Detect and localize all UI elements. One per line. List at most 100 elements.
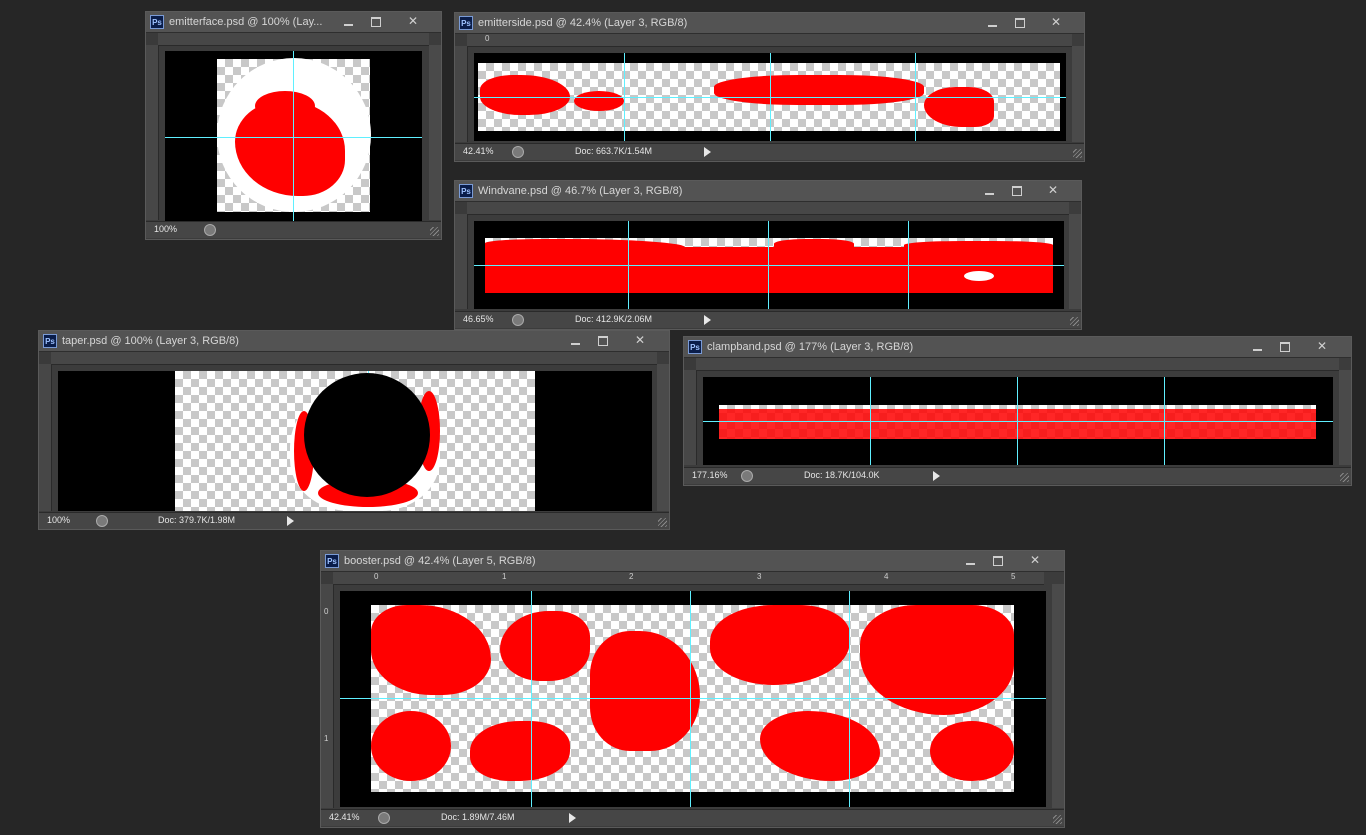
vertical-scrollbar[interactable]	[1072, 46, 1084, 142]
red-texture	[485, 239, 685, 253]
close-button[interactable]: ✕	[1311, 338, 1333, 355]
resize-grip[interactable]	[658, 518, 667, 527]
resize-grip[interactable]	[1053, 815, 1062, 824]
guide-horizontal	[165, 137, 422, 138]
vertical-ruler[interactable]	[146, 45, 159, 220]
maximize-button[interactable]	[1274, 338, 1296, 355]
horizontal-ruler[interactable]	[51, 352, 657, 365]
preview-icon[interactable]	[204, 224, 216, 236]
vertical-ruler[interactable]	[39, 364, 52, 511]
vertical-ruler[interactable]	[684, 370, 697, 465]
horizontal-ruler[interactable]	[158, 33, 429, 46]
document-size[interactable]: Doc: 18.7K/104.0K	[804, 470, 880, 480]
title-bar[interactable]: Ps emitterside.psd @ 42.4% (Layer 3, RGB…	[455, 13, 1084, 34]
maximize-button[interactable]	[592, 332, 614, 349]
preview-icon[interactable]	[512, 314, 524, 326]
preview-icon[interactable]	[512, 146, 524, 158]
taper-window[interactable]: Ps taper.psd @ 100% (Layer 3, RGB/8) ✕ 1…	[38, 330, 670, 530]
preview-icon[interactable]	[378, 812, 390, 824]
emitterside-window[interactable]: Ps emitterside.psd @ 42.4% (Layer 3, RGB…	[454, 12, 1085, 162]
close-button[interactable]: ✕	[1045, 14, 1067, 31]
minimize-button[interactable]	[565, 332, 587, 349]
vertical-scrollbar[interactable]	[429, 45, 441, 220]
document-canvas[interactable]	[165, 51, 422, 221]
photoshop-icon: Ps	[325, 554, 339, 568]
horizontal-ruler[interactable]	[696, 358, 1339, 371]
black-disc	[304, 373, 430, 497]
horizontal-ruler[interactable]: 0 1 2 3 4 5	[333, 572, 1044, 585]
resize-grip[interactable]	[1340, 473, 1349, 482]
guide-vertical	[368, 371, 369, 373]
close-button[interactable]: ✕	[1024, 552, 1046, 569]
horizontal-ruler[interactable]: 0	[467, 34, 1072, 47]
horizontal-ruler[interactable]	[467, 202, 1069, 215]
document-canvas[interactable]	[58, 371, 652, 511]
play-arrow-icon[interactable]	[287, 516, 294, 526]
preview-icon[interactable]	[741, 470, 753, 482]
document-size[interactable]: Doc: 663.7K/1.54M	[575, 146, 652, 156]
red-texture	[485, 247, 1053, 293]
play-arrow-icon[interactable]	[933, 471, 940, 481]
ruler-tick: 2	[629, 572, 634, 581]
ruler-corner	[39, 352, 51, 364]
title-bar[interactable]: Ps booster.psd @ 42.4% (Layer 5, RGB/8) …	[321, 551, 1064, 572]
close-button[interactable]: ✕	[402, 13, 424, 30]
clampband-window[interactable]: Ps clampband.psd @ 177% (Layer 3, RGB/8)…	[683, 336, 1352, 486]
zoom-level[interactable]: 100%	[154, 224, 177, 234]
document-title: booster.psd @ 42.4% (Layer 5, RGB/8)	[344, 555, 536, 567]
document-canvas[interactable]	[474, 53, 1066, 141]
title-bar[interactable]: Ps Windvane.psd @ 46.7% (Layer 3, RGB/8)…	[455, 181, 1081, 202]
minimize-button[interactable]	[1247, 338, 1269, 355]
document-size[interactable]: Doc: 412.9K/2.06M	[575, 314, 652, 324]
document-title: emitterside.psd @ 42.4% (Layer 3, RGB/8)	[478, 17, 688, 29]
zoom-level[interactable]: 42.41%	[463, 146, 494, 156]
vertical-scrollbar[interactable]	[657, 364, 669, 511]
close-button[interactable]: ✕	[629, 332, 651, 349]
maximize-button[interactable]	[1006, 182, 1028, 199]
resize-grip[interactable]	[430, 227, 439, 236]
play-arrow-icon[interactable]	[704, 147, 711, 157]
vertical-ruler[interactable]	[455, 214, 468, 309]
play-arrow-icon[interactable]	[569, 813, 576, 823]
windvane-window[interactable]: Ps Windvane.psd @ 46.7% (Layer 3, RGB/8)…	[454, 180, 1082, 330]
document-canvas[interactable]	[340, 591, 1046, 807]
resize-grip[interactable]	[1070, 317, 1079, 326]
zoom-level[interactable]: 42.41%	[329, 812, 360, 822]
document-canvas[interactable]	[474, 221, 1064, 309]
minimize-button[interactable]	[979, 182, 1001, 199]
vertical-scrollbar[interactable]	[1069, 214, 1081, 309]
zoom-level[interactable]: 46.65%	[463, 314, 494, 324]
minimize-button[interactable]	[960, 552, 982, 569]
red-texture	[930, 721, 1014, 781]
vertical-ruler[interactable]: 0 1	[321, 584, 334, 808]
vertical-ruler[interactable]	[455, 46, 468, 142]
document-canvas[interactable]	[703, 377, 1333, 465]
close-button[interactable]: ✕	[1042, 182, 1064, 199]
vertical-scrollbar[interactable]	[1052, 584, 1064, 808]
red-texture	[904, 241, 1053, 251]
status-bar: 100% Doc: 379.7K/1.98M	[39, 512, 669, 529]
booster-window[interactable]: Ps booster.psd @ 42.4% (Layer 5, RGB/8) …	[320, 550, 1065, 828]
maximize-button[interactable]	[987, 552, 1009, 569]
preview-icon[interactable]	[96, 515, 108, 527]
minimize-button[interactable]	[338, 13, 360, 30]
emitterface-window[interactable]: Ps emitterface.psd @ 100% (Lay... ✕ 100%	[145, 11, 442, 240]
document-size[interactable]: Doc: 379.7K/1.98M	[158, 515, 235, 525]
title-bar[interactable]: Ps emitterface.psd @ 100% (Lay... ✕	[146, 12, 441, 33]
desktop: { "windows": { "emitterface": { "title":…	[0, 0, 1366, 835]
title-bar[interactable]: Ps taper.psd @ 100% (Layer 3, RGB/8) ✕	[39, 331, 669, 352]
vertical-scrollbar[interactable]	[1339, 370, 1351, 465]
maximize-button[interactable]	[1009, 14, 1031, 31]
maximize-button[interactable]	[365, 13, 387, 30]
document-size[interactable]: Doc: 1.89M/7.46M	[441, 812, 515, 822]
status-bar: 42.41% Doc: 1.89M/7.46M	[321, 809, 1064, 826]
play-arrow-icon[interactable]	[704, 315, 711, 325]
resize-grip[interactable]	[1073, 149, 1082, 158]
ruler-tick: 0	[485, 34, 490, 43]
zoom-level[interactable]: 177.16%	[692, 470, 728, 480]
close-icon: ✕	[1050, 15, 1062, 29]
zoom-level[interactable]: 100%	[47, 515, 70, 525]
minimize-button[interactable]	[982, 14, 1004, 31]
photoshop-icon: Ps	[43, 334, 57, 348]
title-bar[interactable]: Ps clampband.psd @ 177% (Layer 3, RGB/8)…	[684, 337, 1351, 358]
